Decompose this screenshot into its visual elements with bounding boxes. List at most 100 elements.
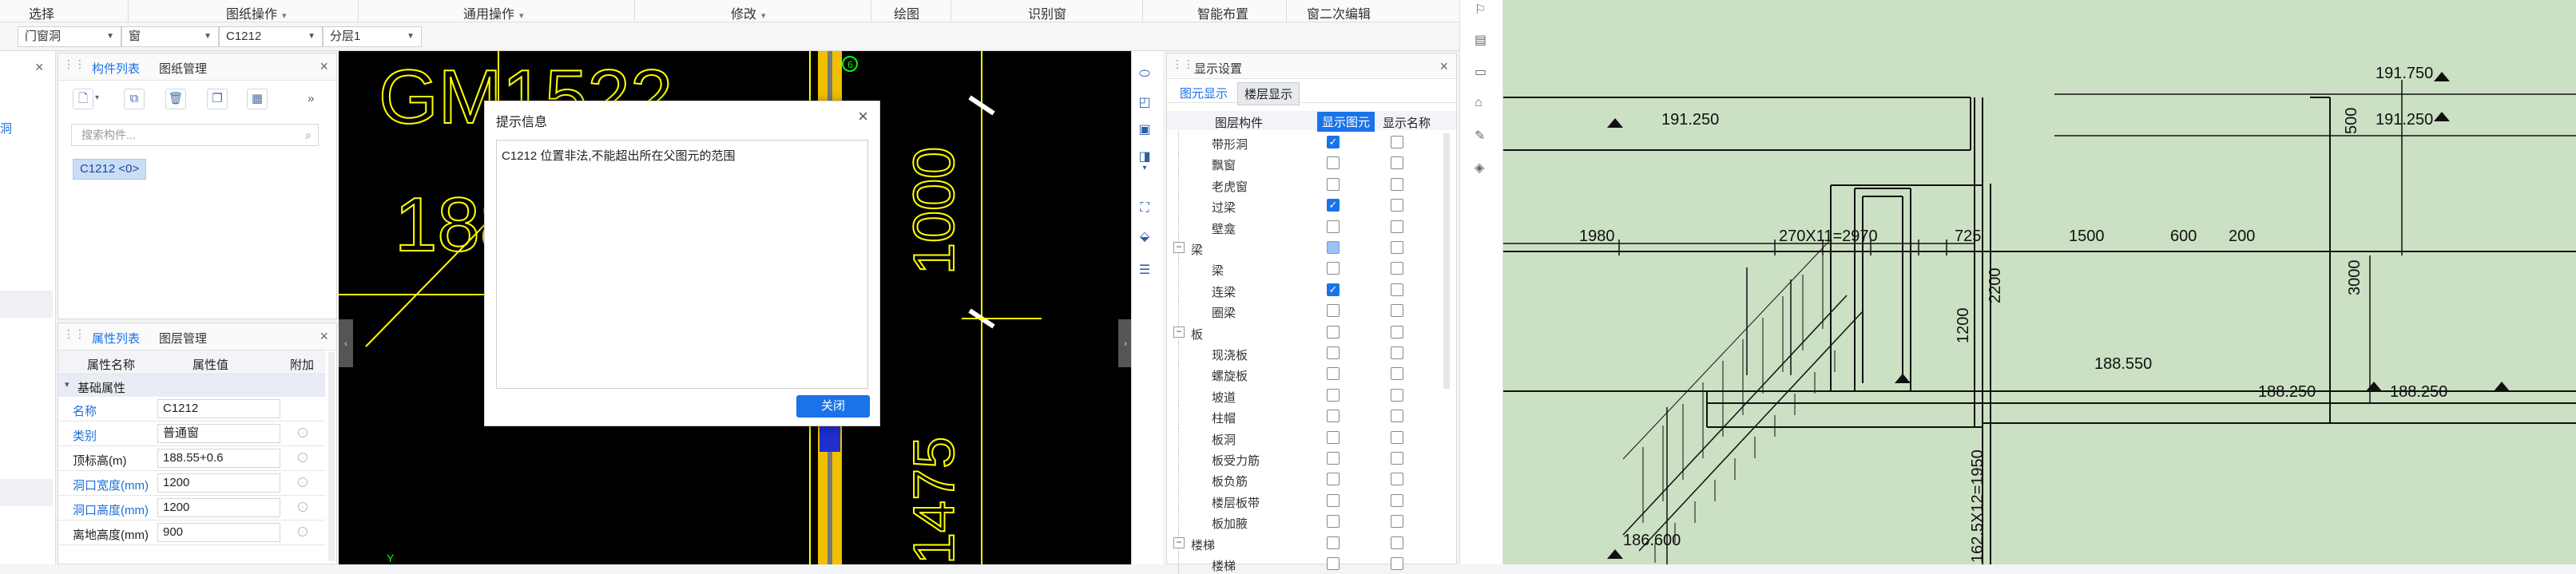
component-search-input[interactable]: 搜索构件... ⌕ <box>71 124 319 146</box>
menu-window-edit[interactable]: 窗二次编辑 <box>1307 3 1371 22</box>
property-value-field[interactable]: 188.55+0.6 <box>157 449 280 468</box>
attach-radio-icon[interactable]: · <box>298 502 308 512</box>
show-element-checkbox[interactable] <box>1327 346 1340 359</box>
new-component-icon[interactable]: 🗋 <box>73 89 93 109</box>
header-show-name[interactable]: 显示名称 <box>1383 114 1431 131</box>
collapse-icon[interactable]: ▾ <box>65 379 69 390</box>
close-icon[interactable]: × <box>35 59 44 76</box>
show-element-checkbox[interactable] <box>1327 515 1340 528</box>
close-icon[interactable]: × <box>1439 58 1448 75</box>
type-select[interactable]: 窗 ▼ <box>121 26 219 47</box>
show-element-checkbox[interactable] <box>1327 325 1340 338</box>
property-value-field[interactable]: 1200 <box>157 473 280 493</box>
cube-icon[interactable]: ◰ <box>1133 91 1157 115</box>
show-element-checkbox[interactable] <box>1327 452 1340 465</box>
show-name-checkbox[interactable] <box>1391 199 1403 212</box>
show-name-checkbox[interactable] <box>1391 283 1403 296</box>
show-name-checkbox[interactable] <box>1391 220 1403 233</box>
show-name-checkbox[interactable] <box>1391 262 1403 275</box>
collapse-toggle-icon[interactable]: − <box>1173 242 1185 253</box>
tab-element-display[interactable]: 图元显示 <box>1180 85 1228 101</box>
show-name-checkbox[interactable] <box>1391 304 1403 318</box>
dialog-close-button[interactable]: 关闭 <box>796 395 870 418</box>
fit-view-icon[interactable]: ⛶ <box>1133 196 1157 220</box>
close-icon[interactable]: × <box>320 58 328 75</box>
attach-radio-icon[interactable]: · <box>298 477 308 487</box>
show-name-checkbox[interactable] <box>1391 410 1403 423</box>
properties-icon[interactable]: ☰ <box>1133 259 1157 283</box>
cube-side-icon[interactable]: ▣ <box>1133 118 1157 142</box>
attach-radio-icon[interactable]: · <box>298 428 308 437</box>
collapse-left-handle[interactable]: ‹ <box>339 319 353 367</box>
show-element-checkbox[interactable] <box>1327 156 1340 170</box>
layers-icon[interactable]: ◈ <box>1475 160 1484 176</box>
show-name-checkbox[interactable] <box>1391 388 1403 402</box>
show-element-checkbox[interactable] <box>1327 241 1340 254</box>
show-name-checkbox[interactable] <box>1391 493 1403 507</box>
layer-view-icon[interactable]: ⬙ <box>1133 225 1157 249</box>
property-value-field[interactable]: 普通窗 <box>157 424 280 443</box>
property-value-field[interactable]: C1212 <box>157 399 280 418</box>
display-scrollbar[interactable] <box>1443 133 1450 389</box>
property-value-field[interactable]: 1200 <box>157 498 280 517</box>
left-nav-item[interactable]: 洞 <box>0 120 12 137</box>
drag-handle-icon[interactable]: ⋮⋮ <box>63 58 85 73</box>
show-element-checkbox[interactable] <box>1327 493 1340 507</box>
tab-drawing-management[interactable]: 图纸管理 <box>159 60 207 77</box>
delete-icon[interactable]: 🗑 <box>165 89 186 109</box>
tag-icon[interactable]: ⌂ <box>1475 96 1482 110</box>
show-element-checkbox[interactable]: ✓ <box>1327 199 1340 212</box>
attach-radio-icon[interactable]: · <box>298 527 308 536</box>
property-group-row[interactable]: ▾ 基础属性 <box>58 374 325 397</box>
show-element-checkbox[interactable] <box>1327 410 1340 423</box>
show-name-checkbox[interactable] <box>1391 367 1403 381</box>
component-select[interactable]: C1212 ▼ <box>219 26 323 47</box>
show-name-checkbox[interactable] <box>1391 136 1403 148</box>
3d-view-icon[interactable]: ⬭ <box>1133 62 1157 86</box>
drag-handle-icon[interactable]: ⋮⋮ <box>1172 58 1194 73</box>
show-name-checkbox[interactable] <box>1391 557 1403 570</box>
chevron-down-icon[interactable]: ▾ <box>95 93 99 102</box>
collapse-toggle-icon[interactable]: − <box>1173 536 1185 548</box>
property-scrollbar[interactable] <box>328 352 335 561</box>
show-name-checkbox[interactable] <box>1391 452 1403 465</box>
show-name-checkbox[interactable] <box>1391 346 1403 359</box>
show-element-checkbox[interactable] <box>1327 430 1340 444</box>
show-element-checkbox[interactable] <box>1327 220 1340 233</box>
duplicate-icon[interactable]: ❐ <box>207 89 228 109</box>
show-name-checkbox[interactable] <box>1391 473 1403 486</box>
dialog-close-icon[interactable]: × <box>858 106 868 127</box>
show-name-checkbox[interactable] <box>1391 241 1403 254</box>
property-value-field[interactable]: 900 <box>157 523 280 542</box>
drawing-viewer[interactable]: 191.750 191.250 191.250 500 1980 270X11=… <box>1503 0 2576 564</box>
image-icon[interactable]: ▤ <box>1475 32 1486 48</box>
attach-radio-icon[interactable]: · <box>298 453 308 462</box>
show-element-checkbox[interactable] <box>1327 388 1340 402</box>
show-element-checkbox[interactable]: ✓ <box>1327 283 1340 296</box>
menu-draw[interactable]: 绘图 <box>894 3 919 22</box>
tab-property-list[interactable]: 属性列表 <box>92 330 140 346</box>
show-element-checkbox[interactable] <box>1327 177 1340 191</box>
comment-icon[interactable]: ▭ <box>1475 64 1486 80</box>
tab-component-list[interactable]: 构件列表 <box>92 60 140 77</box>
layer-copy-icon[interactable]: ▦ <box>247 89 268 109</box>
show-name-checkbox[interactable] <box>1391 177 1403 191</box>
header-show-element[interactable]: 显示图元 <box>1317 112 1375 132</box>
show-name-checkbox[interactable] <box>1391 430 1403 444</box>
menu-modify[interactable]: 修改 ▾ <box>731 3 766 22</box>
show-element-checkbox[interactable] <box>1327 536 1340 549</box>
show-element-checkbox[interactable] <box>1327 557 1340 570</box>
show-element-checkbox[interactable] <box>1327 367 1340 381</box>
show-element-checkbox[interactable] <box>1327 473 1340 486</box>
show-name-checkbox[interactable] <box>1391 156 1403 170</box>
show-name-checkbox[interactable] <box>1391 325 1403 338</box>
selected-component-item[interactable]: C1212 <0> <box>73 159 147 180</box>
show-name-checkbox[interactable] <box>1391 536 1403 549</box>
show-element-checkbox[interactable] <box>1327 304 1340 318</box>
menu-select[interactable]: 选择 <box>29 3 54 22</box>
category-select[interactable]: 门窗洞 ▼ <box>18 26 121 47</box>
tab-layer-management[interactable]: 图层管理 <box>159 330 207 346</box>
show-element-checkbox[interactable] <box>1327 262 1340 275</box>
copy-icon[interactable]: ⧉ <box>124 89 145 109</box>
show-element-checkbox[interactable]: ✓ <box>1327 136 1340 148</box>
